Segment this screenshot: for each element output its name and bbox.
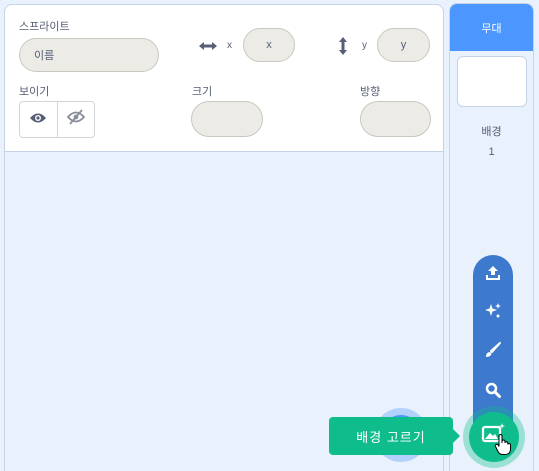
show-label: 보이기 (19, 86, 50, 98)
backdrop-count: 1 (488, 146, 495, 158)
surprise-backdrop-button[interactable] (473, 293, 513, 333)
x-placeholder: x (266, 39, 272, 51)
stage-header: 무대 (450, 4, 533, 51)
visibility-toggle (19, 101, 95, 138)
upload-backdrop-button[interactable] (473, 255, 513, 295)
tooltip-text: 배경 고르기 (356, 429, 426, 445)
paint-backdrop-button[interactable] (473, 332, 513, 372)
y-position-icon (337, 36, 349, 61)
sprite-info-pane: 스프라이트 이름 x x y y 보이기 크기 방향 (4, 4, 444, 152)
x-input[interactable]: x (243, 28, 295, 62)
upload-icon (485, 265, 501, 286)
search-icon (485, 382, 501, 403)
y-label: y (362, 40, 367, 51)
sprite-name-placeholder: 이름 (34, 50, 55, 62)
paint-icon (485, 341, 501, 363)
surprise-icon (484, 302, 502, 325)
sprite-name-input[interactable]: 이름 (19, 38, 159, 72)
eye-slash-icon (66, 109, 85, 130)
backdrop-menu (473, 255, 513, 425)
stage-thumbnail[interactable] (457, 56, 527, 107)
choose-backdrop-button[interactable] (469, 412, 519, 462)
choose-backdrop-tooltip: 배경 고르기 (329, 417, 460, 455)
size-input[interactable] (191, 101, 263, 137)
backdrops-label: 배경 (481, 126, 502, 138)
eye-icon (29, 111, 47, 129)
hide-button[interactable] (56, 102, 95, 137)
size-label: 크기 (192, 86, 213, 98)
hand-cursor-icon (494, 433, 512, 461)
y-placeholder: y (400, 39, 407, 51)
sprite-label: 스프라이트 (19, 21, 70, 33)
x-label: x (227, 40, 232, 51)
direction-input[interactable] (360, 101, 431, 137)
show-button[interactable] (20, 102, 57, 137)
x-position-icon (198, 39, 218, 58)
stage-header-label: 무대 (481, 22, 502, 35)
y-input[interactable]: y (377, 28, 430, 62)
direction-label: 방향 (360, 86, 381, 98)
